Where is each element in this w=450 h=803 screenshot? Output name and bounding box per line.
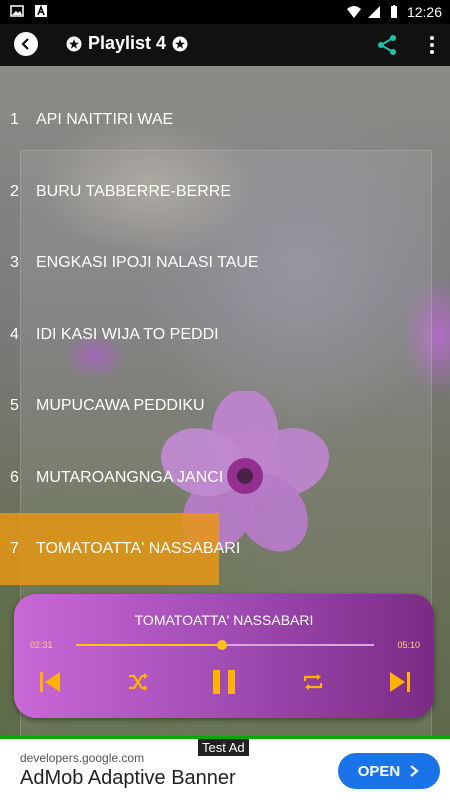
list-item-active[interactable]: 7 TOMATOATTA' NASSABARI bbox=[0, 513, 450, 585]
image-notification-icon bbox=[10, 5, 24, 17]
music-player: TOMATOATTA' NASSABARI 02:31 05:10 bbox=[14, 594, 434, 718]
previous-button[interactable] bbox=[36, 668, 64, 696]
track-number: 3 bbox=[10, 254, 19, 271]
app-bar: Playlist 4 bbox=[0, 24, 450, 66]
pause-icon bbox=[213, 670, 235, 694]
wifi-icon bbox=[346, 6, 361, 18]
total-time: 05:10 bbox=[397, 640, 420, 650]
status-time: 12:26 bbox=[406, 4, 442, 20]
track-number: 6 bbox=[10, 469, 19, 486]
repeat-button[interactable] bbox=[299, 668, 327, 696]
ad-banner[interactable]: Test Ad developers.google.com AdMob Adap… bbox=[0, 736, 450, 803]
track-title: BURU TABBERRE-BERRE bbox=[36, 183, 231, 200]
share-icon[interactable] bbox=[376, 34, 398, 56]
back-button[interactable] bbox=[14, 32, 38, 56]
track-title: IDI KASI WIJA TO PEDDI bbox=[36, 326, 219, 343]
seek-progress bbox=[76, 644, 223, 646]
shuffle-icon bbox=[129, 673, 148, 691]
test-ad-tag: Test Ad bbox=[198, 739, 249, 756]
list-item[interactable]: 1 API NAITTIRI WAE bbox=[0, 84, 450, 156]
track-number: 2 bbox=[10, 183, 19, 200]
signal-icon bbox=[367, 6, 380, 18]
track-title: MUPUCAWA PEDDIKU bbox=[36, 397, 205, 414]
status-bar: 12:26 bbox=[0, 0, 450, 24]
track-title: MUTAROANGNGA JANCI bbox=[36, 469, 224, 486]
track-number: 4 bbox=[10, 326, 19, 343]
ad-open-label: OPEN bbox=[357, 762, 401, 780]
star-badge-icon bbox=[172, 36, 188, 51]
now-playing-title: TOMATOATTA' NASSABARI bbox=[134, 612, 314, 628]
repeat-icon bbox=[303, 674, 323, 690]
current-time: 02:31 bbox=[30, 640, 53, 650]
shuffle-button[interactable] bbox=[124, 668, 152, 696]
list-item[interactable]: 2 BURU TABBERRE-BERRE bbox=[0, 156, 450, 228]
chevron-left-icon bbox=[21, 38, 29, 50]
list-item[interactable]: 6 MUTAROANGNGA JANCI bbox=[0, 442, 450, 514]
list-item[interactable]: 3 ENGKASI IPOJI NALASI TAUE bbox=[0, 227, 450, 299]
ad-domain: developers.google.com bbox=[20, 751, 145, 765]
skip-previous-icon bbox=[40, 672, 60, 692]
chevron-right-icon bbox=[410, 765, 419, 777]
battery-icon bbox=[390, 5, 397, 18]
pause-button[interactable] bbox=[210, 668, 238, 696]
list-item[interactable]: 5 MUPUCAWA PEDDIKU bbox=[0, 370, 450, 442]
page-title: Playlist 4 bbox=[88, 33, 167, 53]
track-number: 7 bbox=[10, 540, 19, 557]
track-number: 5 bbox=[10, 397, 19, 414]
list-item[interactable]: 4 IDI KASI WIJA TO PEDDI bbox=[0, 299, 450, 371]
title-wrap: Playlist 4 bbox=[66, 33, 188, 54]
track-title: TOMATOATTA' NASSABARI bbox=[36, 540, 241, 557]
track-title: API NAITTIRI WAE bbox=[36, 111, 174, 128]
skip-next-icon bbox=[390, 672, 410, 692]
next-button[interactable] bbox=[386, 668, 414, 696]
more-vert-icon[interactable] bbox=[426, 34, 438, 56]
star-badge-icon bbox=[66, 36, 82, 51]
app-notification-icon bbox=[35, 4, 47, 17]
seek-knob[interactable] bbox=[217, 640, 228, 650]
ad-title: AdMob Adaptive Banner bbox=[20, 767, 236, 789]
ad-open-button[interactable]: OPEN bbox=[338, 753, 440, 789]
track-title: ENGKASI IPOJI NALASI TAUE bbox=[36, 254, 259, 271]
track-number: 1 bbox=[10, 111, 19, 128]
seek-bar[interactable] bbox=[76, 640, 374, 650]
